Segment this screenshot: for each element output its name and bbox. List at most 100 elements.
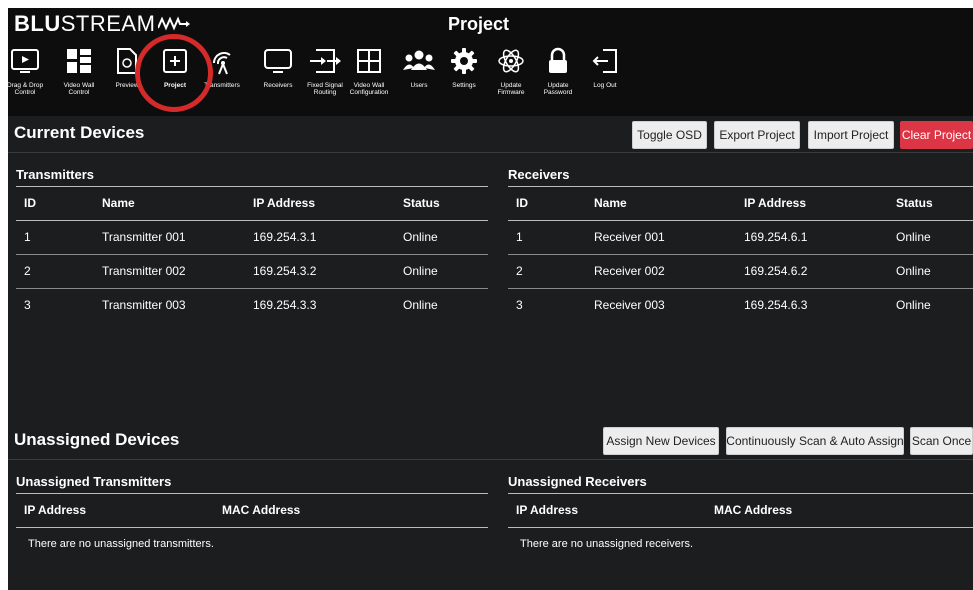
cell-name: Transmitter 003 (102, 298, 186, 312)
antenna-signal-icon (208, 47, 236, 80)
monitor-icon (263, 48, 293, 79)
cell-status: Online (403, 230, 438, 244)
cell-id: 3 (516, 298, 523, 312)
unassigned-transmitters-title: Unassigned Transmitters (16, 471, 488, 494)
nav-label: Drag & Drop Control (8, 82, 44, 96)
cell-id: 3 (24, 298, 31, 312)
cell-name: Receiver 001 (594, 230, 665, 244)
nav-label: Update Password (543, 82, 573, 96)
section-divider (8, 152, 973, 153)
nav-project[interactable]: Project (150, 44, 200, 89)
table-header-row: ID Name IP Address Status (16, 187, 488, 221)
nav-preview[interactable]: Preview (102, 44, 152, 89)
nav-video-wall-configuration[interactable]: Video Wall Configuration (344, 44, 394, 96)
transmitters-table-title: Transmitters (16, 164, 488, 187)
nav-label: Users (410, 82, 428, 89)
logo-text: BLUSTREAM (14, 11, 156, 36)
column-header: MAC Address (714, 503, 793, 517)
cell-id: 1 (516, 230, 523, 244)
table-row[interactable]: 3 Receiver 003 169.254.6.3 Online (508, 289, 973, 322)
nav-update-password[interactable]: Update Password (533, 44, 583, 96)
nav-label: Preview (115, 82, 139, 89)
unassigned-receivers-title: Unassigned Receivers (508, 471, 973, 494)
cell-status: Online (403, 264, 438, 278)
cell-ip: 169.254.3.1 (253, 230, 317, 244)
table-header-row: IP Address MAC Address (16, 494, 488, 528)
table-row[interactable]: 2 Receiver 002 169.254.6.2 Online (508, 255, 973, 289)
table-header-row: ID Name IP Address Status (508, 187, 973, 221)
transmitters-table: Transmitters ID Name IP Address Status 1… (16, 164, 488, 322)
users-icon (402, 48, 436, 79)
atom-icon (497, 47, 525, 80)
column-header: IP Address (253, 196, 316, 210)
unassigned-receivers-table: Unassigned Receivers IP Address MAC Addr… (508, 471, 973, 561)
unassigned-devices-title: Unassigned Devices (14, 430, 180, 449)
main-nav: Drag & Drop Control Video Wall Control P… (8, 44, 648, 114)
continuously-scan-auto-assign-button[interactable]: Continuously Scan & Auto Assign (726, 427, 904, 455)
empty-row: There are no unassigned transmitters. (16, 528, 488, 561)
column-header: IP Address (516, 503, 579, 517)
nav-drag-drop-control[interactable]: Drag & Drop Control (8, 44, 50, 96)
app-window: BLUSTREAM Project Drag & Drop Control Vi… (8, 8, 973, 590)
receivers-table-title: Receivers (508, 164, 973, 187)
column-header: ID (516, 196, 528, 210)
table-row[interactable]: 2 Transmitter 002 169.254.3.2 Online (16, 255, 488, 289)
nav-label: Fixed Signal Routing (307, 82, 343, 96)
cell-status: Online (896, 264, 931, 278)
gear-icon (450, 47, 478, 80)
logo-wave-mark (158, 16, 191, 31)
empty-message: There are no unassigned transmitters. (28, 538, 214, 550)
video-wall-grid-icon (66, 48, 92, 79)
brand-logo[interactable]: BLUSTREAM (14, 11, 191, 36)
cell-status: Online (896, 298, 931, 312)
nav-label: Video Wall Control (63, 82, 95, 96)
nav-label: Receivers (263, 82, 293, 89)
nav-receivers[interactable]: Receivers (253, 44, 303, 89)
table-row[interactable]: 3 Transmitter 003 169.254.3.3 Online (16, 289, 488, 322)
nav-fixed-signal-routing[interactable]: Fixed Signal Routing (300, 44, 350, 96)
import-project-button[interactable]: Import Project (808, 121, 894, 149)
monitor-play-icon (10, 48, 40, 79)
nav-settings[interactable]: Settings (439, 44, 489, 89)
column-header: IP Address (24, 503, 87, 517)
unassigned-transmitters-table: Unassigned Transmitters IP Address MAC A… (16, 471, 488, 561)
cell-id: 1 (24, 230, 31, 244)
column-header: IP Address (744, 196, 807, 210)
column-header: Status (896, 196, 933, 210)
nav-video-wall-control[interactable]: Video Wall Control (54, 44, 104, 96)
top-header: BLUSTREAM Project Drag & Drop Control Vi… (8, 8, 973, 116)
nav-label: Settings (452, 82, 476, 89)
scan-once-button[interactable]: Scan Once (910, 427, 973, 455)
export-project-button[interactable]: Export Project (714, 121, 800, 149)
nav-label: Log Out (593, 82, 617, 89)
cell-ip: 169.254.3.2 (253, 264, 317, 278)
cell-name: Transmitter 001 (102, 230, 186, 244)
nav-label: Update Firmware (497, 82, 525, 96)
nav-users[interactable]: Users (394, 44, 444, 89)
nav-update-firmware[interactable]: Update Firmware (486, 44, 536, 96)
empty-row: There are no unassigned receivers. (508, 528, 973, 561)
nav-label: Transmitters (204, 82, 240, 89)
column-header: MAC Address (222, 503, 301, 517)
section-divider (8, 459, 973, 460)
cell-status: Online (896, 230, 931, 244)
column-header: Name (102, 196, 135, 210)
cell-name: Transmitter 002 (102, 264, 186, 278)
nav-label: Video Wall Configuration (349, 82, 389, 96)
table-row[interactable]: 1 Receiver 001 169.254.6.1 Online (508, 221, 973, 255)
nav-transmitters[interactable]: Transmitters (197, 44, 247, 89)
plus-square-icon (162, 48, 188, 79)
cell-id: 2 (24, 264, 31, 278)
toggle-osd-button[interactable]: Toggle OSD (632, 121, 707, 149)
cell-name: Receiver 002 (594, 264, 665, 278)
cell-status: Online (403, 298, 438, 312)
window-grid-icon (356, 48, 382, 79)
clear-project-button[interactable]: Clear Project (900, 121, 973, 149)
column-header: ID (24, 196, 36, 210)
nav-log-out[interactable]: Log Out (580, 44, 630, 89)
page-title: Project (448, 14, 510, 34)
table-row[interactable]: 1 Transmitter 001 169.254.3.1 Online (16, 221, 488, 255)
document-icon (115, 47, 139, 80)
table-header-row: IP Address MAC Address (508, 494, 973, 528)
assign-new-devices-button[interactable]: Assign New Devices (603, 427, 719, 455)
